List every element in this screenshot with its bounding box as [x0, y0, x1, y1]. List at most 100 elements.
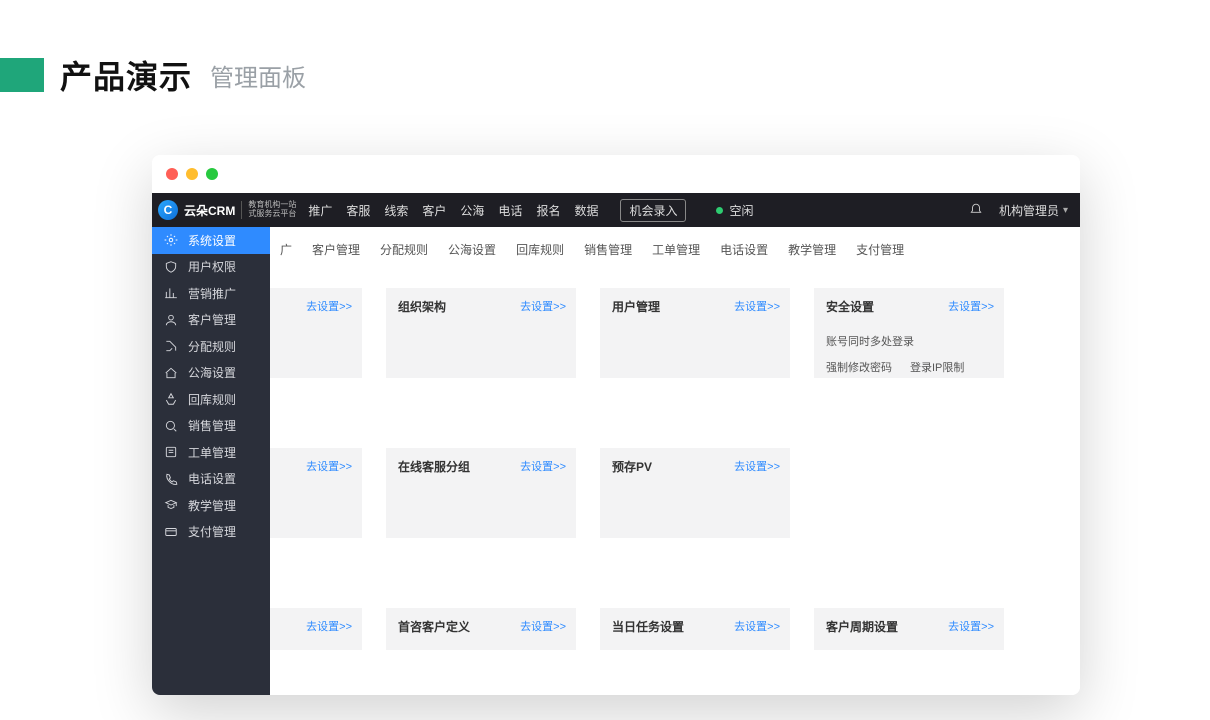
- sidebar-item-ticket[interactable]: 工单管理: [152, 439, 270, 466]
- nav-item[interactable]: 报名: [536, 202, 560, 219]
- shield-icon: [164, 260, 178, 274]
- chart-icon: [164, 286, 178, 300]
- edu-icon: [164, 498, 178, 512]
- logo-subtitle: 教育机构一站 式服务云平台: [241, 201, 296, 219]
- sidebar-item-pool[interactable]: 公海设置: [152, 360, 270, 387]
- sidebar-item-chart[interactable]: 营销推广: [152, 280, 270, 307]
- nav-item[interactable]: 客服: [346, 202, 370, 219]
- record-button[interactable]: 机会录入: [620, 199, 686, 222]
- bell-icon[interactable]: [969, 203, 983, 217]
- sidebar-item-label: 电话设置: [188, 470, 236, 487]
- sidebar-item-split[interactable]: 分配规则: [152, 333, 270, 360]
- sidebar-item-label: 支付管理: [188, 523, 236, 540]
- nav-item[interactable]: 推广: [308, 202, 332, 219]
- user-menu[interactable]: 机构管理员: [999, 202, 1068, 219]
- split-icon: [164, 339, 178, 353]
- accent-bar: [0, 58, 44, 92]
- sidebar-item-label: 教学管理: [188, 497, 236, 514]
- sidebar-item-phone[interactable]: 电话设置: [152, 466, 270, 493]
- user-icon: [164, 313, 178, 327]
- sidebar-item-shield[interactable]: 用户权限: [152, 254, 270, 281]
- go-settings-link[interactable]: 去设置>>: [520, 618, 566, 634]
- tab-item[interactable]: 电话设置: [710, 237, 778, 262]
- settings-card: 在线客服分组去设置>>: [386, 448, 576, 538]
- pool-icon: [164, 366, 178, 380]
- nav-item[interactable]: 线索: [384, 202, 408, 219]
- tab-item[interactable]: 支付管理: [846, 237, 914, 262]
- settings-card: 则去设置>>: [270, 608, 362, 650]
- tab-item[interactable]: 工单管理: [642, 237, 710, 262]
- tab-item[interactable]: 销售管理: [574, 237, 642, 262]
- tab-item[interactable]: 回库规则: [506, 237, 574, 262]
- main-area: 广客户管理分配规则公海设置回库规则销售管理工单管理电话设置教学管理支付管理 去设…: [270, 227, 1080, 695]
- sidebar-item-pay[interactable]: 支付管理: [152, 519, 270, 546]
- status-dot-icon: [716, 207, 723, 214]
- pay-icon: [164, 525, 178, 539]
- sidebar-item-label: 公海设置: [188, 364, 236, 381]
- settings-card: 当日任务设置去设置>>: [600, 608, 790, 650]
- settings-card: 安全设置去设置>>账号同时多处登录强制修改密码登录IP限制: [814, 288, 1004, 378]
- go-settings-link[interactable]: 去设置>>: [948, 298, 994, 314]
- tab-item[interactable]: 广: [280, 237, 302, 262]
- card-sub-item[interactable]: 强制修改密码: [826, 359, 892, 375]
- sidebar-item-label: 回库规则: [188, 391, 236, 408]
- slide-title-main: 产品演示: [60, 52, 192, 98]
- logo-text: 云朵CRM: [184, 202, 235, 219]
- status-indicator[interactable]: 空闲: [716, 202, 753, 219]
- tab-item[interactable]: 教学管理: [778, 237, 846, 262]
- app-body: 系统设置用户权限营销推广客户管理分配规则公海设置回库规则销售管理工单管理电话设置…: [152, 227, 1080, 695]
- card-sub-item[interactable]: 登录IP限制: [910, 359, 964, 375]
- sidebar-item-sales[interactable]: 销售管理: [152, 413, 270, 440]
- go-settings-link[interactable]: 去设置>>: [734, 298, 780, 314]
- app-window: C 云朵CRM 教育机构一站 式服务云平台 推广 客服 线索 客户 公海 电话 …: [152, 155, 1080, 695]
- slide-title: 产品演示 管理面板: [0, 52, 306, 98]
- sidebar-item-label: 客户管理: [188, 311, 236, 328]
- status-label: 空闲: [729, 202, 753, 219]
- tab-item[interactable]: 公海设置: [438, 237, 506, 262]
- sidebar-item-label: 用户权限: [188, 258, 236, 275]
- sidebar-item-label: 系统设置: [188, 232, 236, 249]
- nav-item[interactable]: 公海: [460, 202, 484, 219]
- sidebar-item-recycle[interactable]: 回库规则: [152, 386, 270, 413]
- go-settings-link[interactable]: 去设置>>: [734, 618, 780, 634]
- nav-item[interactable]: 数据: [574, 202, 598, 219]
- sidebar: 系统设置用户权限营销推广客户管理分配规则公海设置回库规则销售管理工单管理电话设置…: [152, 227, 270, 695]
- user-label: 机构管理员: [999, 202, 1059, 219]
- close-dot[interactable]: [166, 168, 178, 180]
- minimize-dot[interactable]: [186, 168, 198, 180]
- card-row: 则去设置>>首咨客户定义去设置>>当日任务设置去设置>>客户周期设置去设置>>: [270, 608, 1080, 650]
- nav-item[interactable]: 电话: [498, 202, 522, 219]
- go-settings-link[interactable]: 去设置>>: [306, 618, 352, 634]
- sidebar-item-settings[interactable]: 系统设置: [152, 227, 270, 254]
- go-settings-link[interactable]: 去设置>>: [734, 458, 780, 474]
- settings-card: 组织架构去设置>>: [386, 288, 576, 378]
- logo-icon: C: [158, 200, 178, 220]
- tab-item[interactable]: 客户管理: [302, 237, 370, 262]
- card-sub-list: 账号同时多处登录强制修改密码 登录IP限制: [826, 333, 992, 375]
- nav-item[interactable]: 客户: [422, 202, 446, 219]
- go-settings-link[interactable]: 去设置>>: [520, 298, 566, 314]
- sidebar-item-edu[interactable]: 教学管理: [152, 492, 270, 519]
- phone-icon: [164, 472, 178, 486]
- go-settings-link[interactable]: 去设置>>: [306, 458, 352, 474]
- sidebar-item-user[interactable]: 客户管理: [152, 307, 270, 334]
- card-row: 置去设置>>在线客服分组去设置>>预存PV去设置>>: [270, 448, 1080, 538]
- go-settings-link[interactable]: 去设置>>: [520, 458, 566, 474]
- window-chrome: [152, 155, 1080, 193]
- card-row: 去设置>>组织架构去设置>>用户管理去设置>>安全设置去设置>>账号同时多处登录…: [270, 288, 1080, 378]
- settings-card: 去设置>>: [270, 288, 362, 378]
- settings-card: 客户周期设置去设置>>: [814, 608, 1004, 650]
- tab-row: 广客户管理分配规则公海设置回库规则销售管理工单管理电话设置教学管理支付管理: [270, 227, 1080, 272]
- cards-wrap: 去设置>>组织架构去设置>>用户管理去设置>>安全设置去设置>>账号同时多处登录…: [270, 272, 1080, 650]
- top-nav: 推广 客服 线索 客户 公海 电话 报名 数据 机会录入: [308, 199, 686, 222]
- maximize-dot[interactable]: [206, 168, 218, 180]
- logo-block: C 云朵CRM 教育机构一站 式服务云平台: [158, 200, 296, 220]
- sidebar-item-label: 分配规则: [188, 338, 236, 355]
- go-settings-link[interactable]: 去设置>>: [306, 298, 352, 314]
- tab-item[interactable]: 分配规则: [370, 237, 438, 262]
- app-header: C 云朵CRM 教育机构一站 式服务云平台 推广 客服 线索 客户 公海 电话 …: [152, 193, 1080, 227]
- settings-card: 用户管理去设置>>: [600, 288, 790, 378]
- go-settings-link[interactable]: 去设置>>: [948, 618, 994, 634]
- card-sub-item[interactable]: 账号同时多处登录: [826, 333, 914, 349]
- sales-icon: [164, 419, 178, 433]
